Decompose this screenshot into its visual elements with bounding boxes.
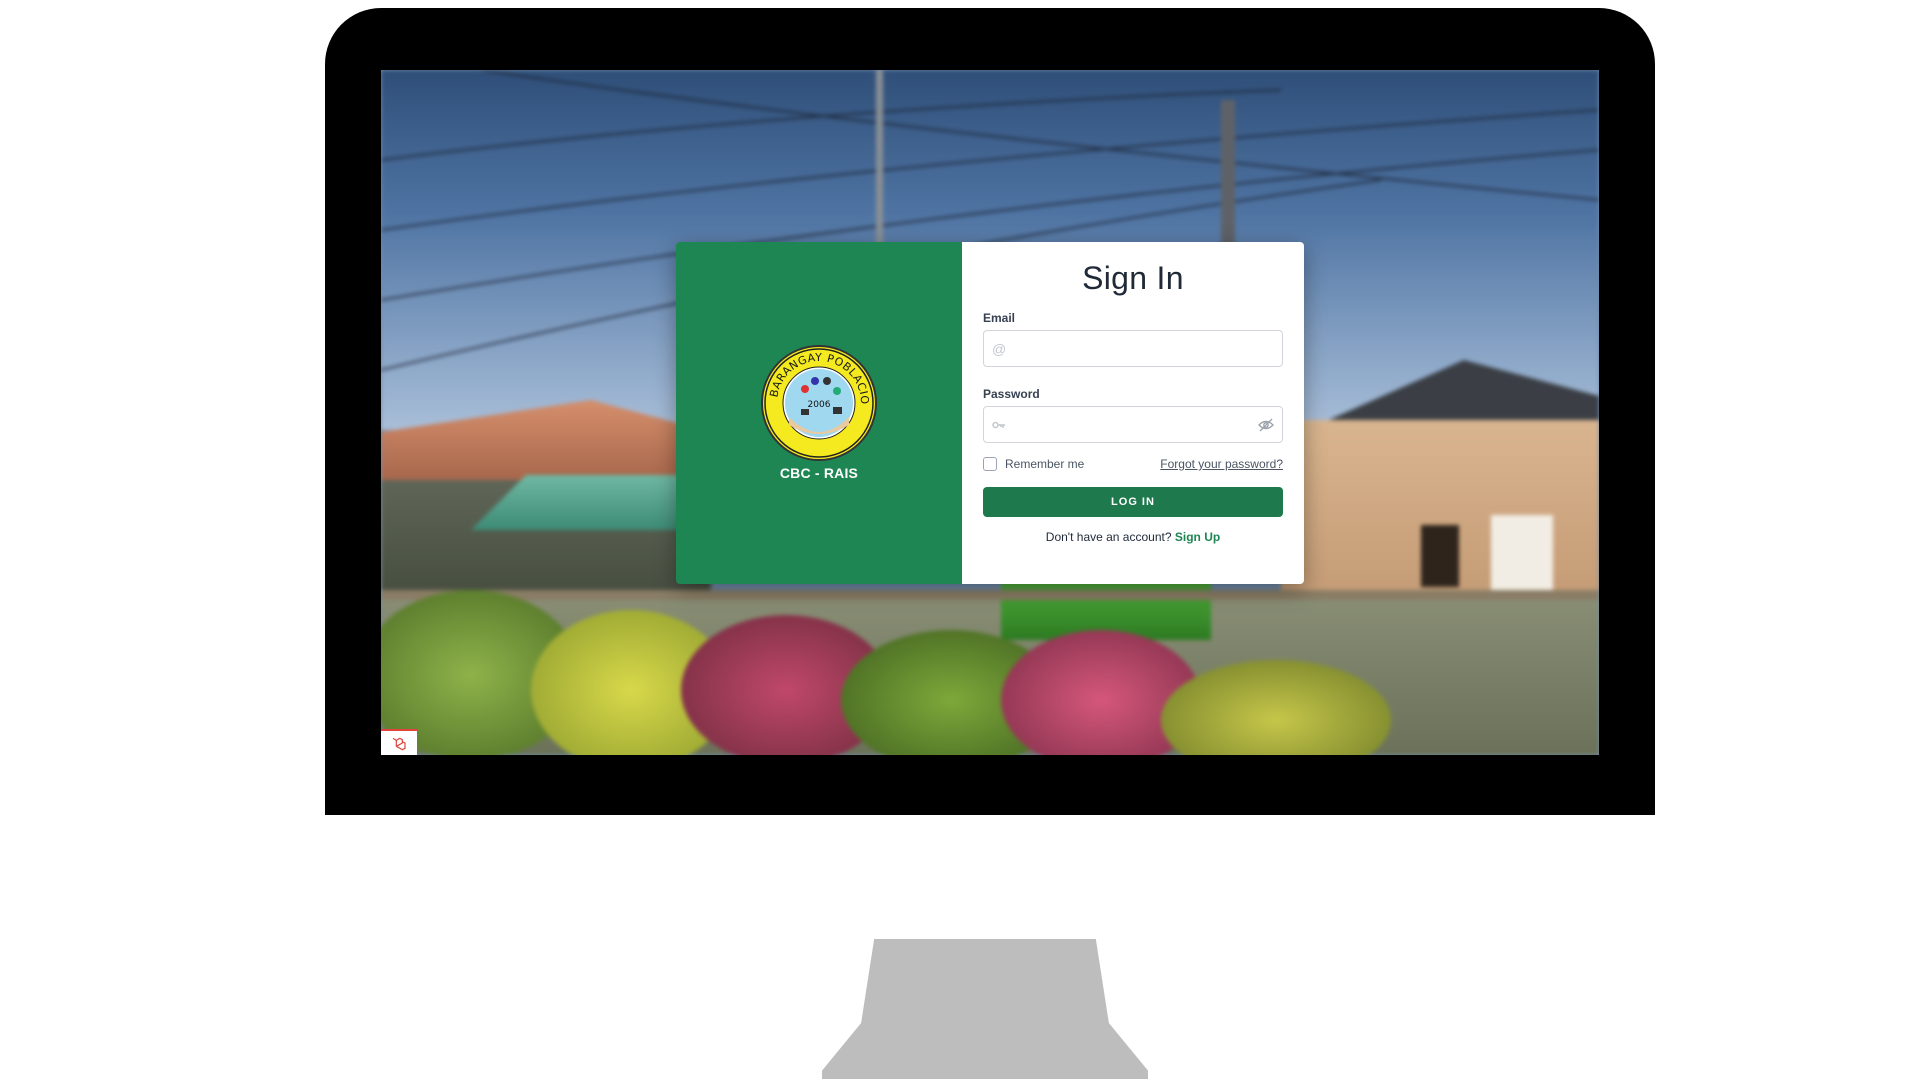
email-field-wrapper: @: [983, 330, 1283, 367]
email-field[interactable]: [984, 331, 1282, 366]
remember-checkbox[interactable]: [983, 457, 997, 471]
barangay-seal-icon: 2006 BARANGAY POBLACION 2: [761, 345, 877, 461]
remember-forgot-row: Remember me Forgot your password?: [983, 457, 1283, 471]
password-field-wrapper: [983, 406, 1283, 443]
signup-link[interactable]: Sign Up: [1175, 530, 1220, 544]
laravel-logo-icon: [381, 729, 417, 755]
logo-year: 2006: [808, 400, 831, 410]
signin-form: Sign In Email @ Password Remember me For…: [962, 242, 1304, 584]
login-card: 2006 BARANGAY POBLACION 2 CBC - RAIS Sig…: [676, 242, 1304, 584]
remember-label: Remember me: [1005, 457, 1085, 471]
eye-off-icon[interactable]: [1258, 418, 1274, 432]
login-button[interactable]: LOG IN: [983, 487, 1283, 517]
remember-me[interactable]: Remember me: [983, 457, 1084, 471]
brand-panel: 2006 BARANGAY POBLACION 2 CBC - RAIS: [676, 242, 962, 584]
at-sign-icon: @: [992, 340, 1007, 357]
signup-prompt: Don't have an account?: [1045, 530, 1172, 544]
email-label: Email: [983, 311, 1016, 325]
key-icon: [992, 418, 1006, 432]
password-field[interactable]: [984, 407, 1282, 442]
forgot-password-link[interactable]: Forgot your password?: [1160, 457, 1283, 471]
password-label: Password: [983, 387, 1040, 401]
monitor-stand: [822, 939, 1148, 1079]
signup-row: Don't have an account? Sign Up: [983, 530, 1283, 544]
app-name: CBC - RAIS: [779, 465, 859, 481]
app-screen: 2006 BARANGAY POBLACION 2 CBC - RAIS Sig…: [381, 70, 1599, 755]
page-title: Sign In: [1082, 260, 1184, 296]
